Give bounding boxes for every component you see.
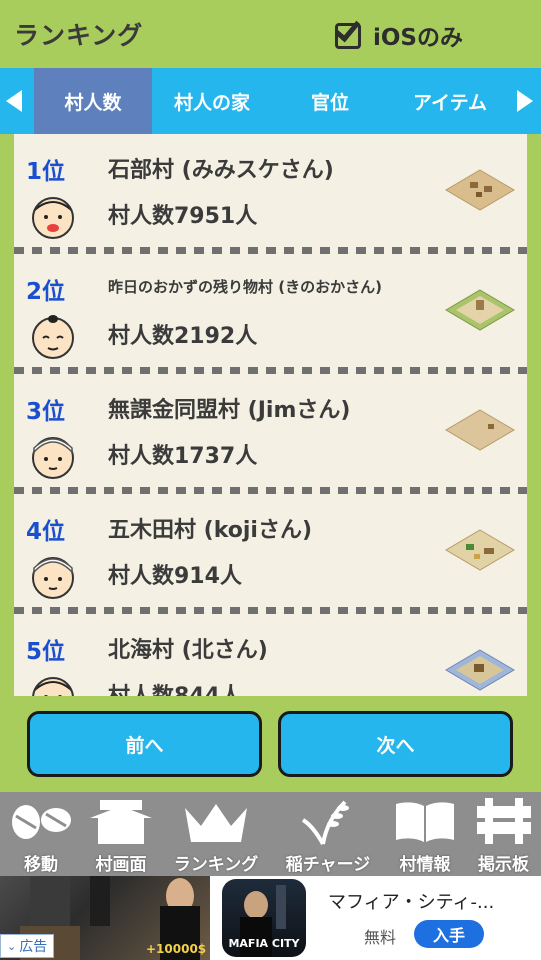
ios-only-filter[interactable]: iOSのみ: [333, 15, 463, 52]
signboard-icon: [476, 798, 531, 844]
ad-label[interactable]: ⌄ 広告: [0, 934, 55, 958]
ad-banner[interactable]: +10000$ ⌄ 広告 MAFIA CITY マフィア・シティ-... 無料 …: [0, 876, 541, 960]
villager-count: 村人数1737人: [108, 444, 258, 469]
ranking-row-2[interactable]: 2位 昨日のおかずの残り物村 (きのおかさん) 村人数2192人: [14, 254, 527, 371]
villager-face-icon: [32, 557, 74, 599]
villager-count: 村人数7951人: [108, 204, 258, 229]
village-name: 五木田村 (kojiさん): [108, 518, 313, 543]
tab-items[interactable]: アイテム: [388, 68, 512, 134]
villager-face-icon: [32, 315, 74, 359]
village-name: 無課金同盟村 (Jimさん): [108, 398, 351, 423]
ad-tag-label: 広告: [19, 939, 48, 955]
village-name: 北海村 (北さん): [108, 638, 268, 663]
nav-label: 稲チャージ: [285, 855, 371, 875]
nav-label: 村画面: [95, 855, 147, 875]
nav-label: 村情報: [399, 855, 451, 875]
villager-face-icon: [32, 197, 74, 239]
nav-label: 掲示板: [478, 855, 529, 875]
scroll-left-icon[interactable]: [6, 90, 22, 112]
nav-item-village-screen[interactable]: 村画面: [82, 792, 160, 876]
page-title: ランキング: [14, 21, 144, 50]
village-thumbnail-icon: [445, 529, 515, 571]
villager-face-icon: [32, 677, 74, 696]
row-divider: [14, 247, 527, 254]
scroll-right-icon[interactable]: [517, 90, 533, 112]
ad-install-button[interactable]: 入手: [414, 920, 484, 948]
ad-app-icon-text: MAFIA CITY: [228, 937, 300, 950]
crown-icon: [185, 804, 247, 842]
category-tabbar: 村人数 村人の家 官位 アイテム: [0, 68, 541, 134]
ad-app-icon[interactable]: MAFIA CITY: [222, 879, 306, 957]
ad-image-caption: +10000$: [146, 942, 207, 956]
ranking-list[interactable]: 1位 石部村 (みみスケさん) 村人数7951人 2位 昨日のおかずの残り物村 …: [14, 134, 527, 696]
village-name: 石部村 (みみスケさん): [108, 158, 334, 183]
ios-only-label[interactable]: iOSのみ: [373, 18, 463, 52]
ad-title[interactable]: マフィア・シティ-...: [328, 888, 494, 914]
nav-item-bulletin-board[interactable]: 掲示板: [466, 792, 541, 876]
village-name: 昨日のおかずの残り物村 (きのおかさん): [108, 278, 382, 296]
chevron-down-icon: ⌄: [7, 939, 17, 953]
ranking-row-5[interactable]: 5位 北海村 (北さん) 村人数844人: [14, 614, 527, 696]
rank-label: 4位: [26, 519, 66, 545]
tab-villager-houses[interactable]: 村人の家: [152, 68, 272, 134]
ranking-row-1[interactable]: 1位 石部村 (みみスケさん) 村人数7951人: [14, 134, 527, 251]
rank-label: 5位: [26, 639, 66, 665]
village-thumbnail-icon: [445, 409, 515, 451]
rank-label: 1位: [26, 159, 66, 185]
rank-label: 2位: [26, 279, 66, 305]
nav-label: 移動: [24, 855, 58, 875]
next-page-button[interactable]: 次へ: [278, 711, 513, 777]
villager-count: 村人数844人: [108, 678, 242, 696]
nav-label: ランキング: [173, 855, 259, 875]
ad-price: 無料: [364, 928, 397, 947]
prev-page-button[interactable]: 前へ: [27, 711, 262, 777]
ranking-row-3[interactable]: 3位 無課金同盟村 (Jimさん) 村人数1737人: [14, 374, 527, 491]
villager-count: 村人数2192人: [108, 324, 258, 349]
row-divider: [14, 607, 527, 614]
nav-item-village-info[interactable]: 村情報: [384, 792, 466, 876]
checkbox-checked-icon[interactable]: [333, 15, 365, 51]
row-divider: [14, 367, 527, 374]
bottom-navigation: 移動 村画面 ランキング 稲チャージ 村情報 掲示板: [0, 792, 541, 876]
nav-item-ranking[interactable]: ランキング: [160, 792, 272, 876]
row-divider: [14, 487, 527, 494]
tab-rank-title[interactable]: 官位: [272, 68, 388, 134]
ranking-row-4[interactable]: 4位 五木田村 (kojiさん) 村人数914人: [14, 494, 527, 611]
rice-plant-icon: [301, 800, 349, 845]
villager-count: 村人数914人: [108, 564, 242, 589]
villager-face-icon: [32, 437, 74, 479]
house-icon: [90, 800, 152, 844]
village-thumbnail-icon: [445, 169, 515, 211]
village-thumbnail-icon: [445, 649, 515, 691]
nav-item-rice-charge[interactable]: 稲チャージ: [272, 792, 384, 876]
nav-item-move[interactable]: 移動: [0, 792, 82, 876]
village-thumbnail-icon: [445, 289, 515, 331]
header: ランキング iOSのみ: [0, 0, 541, 68]
open-book-icon: [396, 802, 454, 842]
rank-label: 3位: [26, 399, 66, 425]
tab-villagers[interactable]: 村人数: [34, 68, 152, 134]
sandals-icon: [12, 805, 71, 839]
